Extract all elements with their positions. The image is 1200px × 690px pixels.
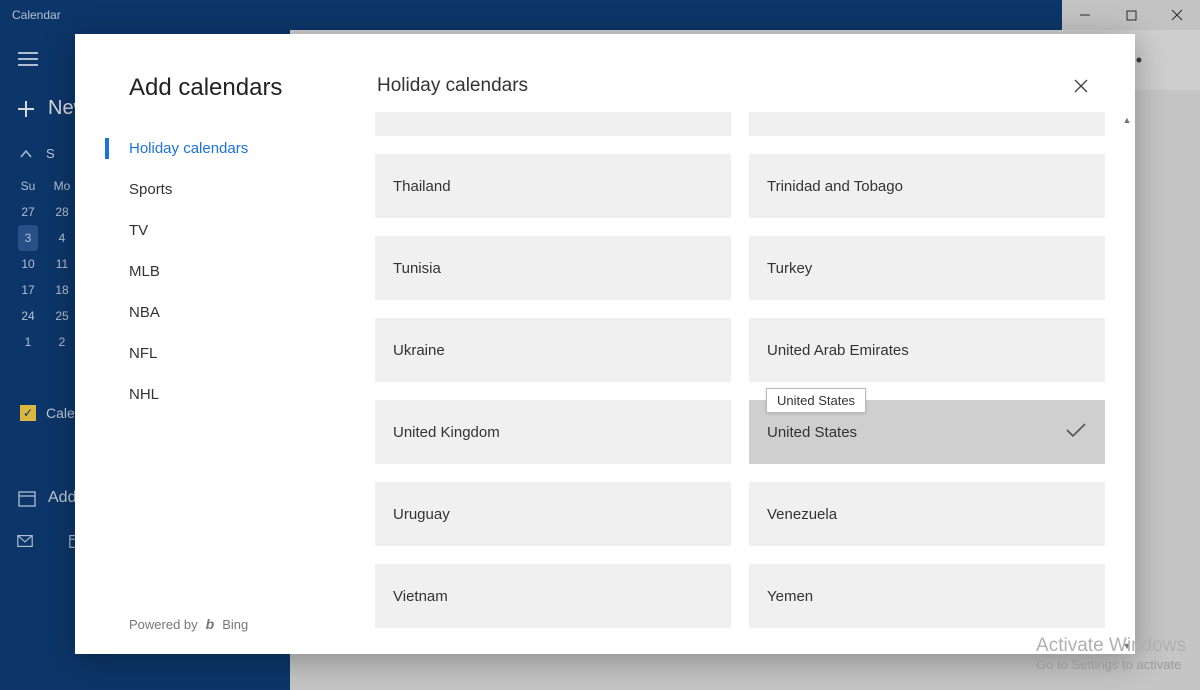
category-label: NHL xyxy=(129,386,159,403)
country-tile[interactable]: Thailand xyxy=(375,154,731,218)
country-tile[interactable]: Yemen xyxy=(749,564,1105,628)
category-sports[interactable]: Sports xyxy=(75,169,375,210)
country-tile[interactable] xyxy=(375,112,731,136)
country-name: Vietnam xyxy=(393,588,448,605)
tooltip: United States xyxy=(766,388,866,413)
close-modal-button[interactable] xyxy=(1069,74,1093,98)
category-nba[interactable]: NBA xyxy=(75,292,375,333)
tooltip-text: United States xyxy=(777,393,855,408)
country-tile[interactable]: Vietnam xyxy=(375,564,731,628)
country-tile[interactable]: Trinidad and Tobago xyxy=(749,154,1105,218)
bing-label: Bing xyxy=(222,617,248,632)
section-title: Holiday calendars xyxy=(377,75,1069,97)
country-name: Trinidad and Tobago xyxy=(767,178,903,195)
category-label: NBA xyxy=(129,304,160,321)
country-tile[interactable] xyxy=(749,112,1105,136)
category-label: Sports xyxy=(129,181,172,198)
category-mlb[interactable]: MLB xyxy=(75,251,375,292)
country-tile[interactable]: Uruguay xyxy=(375,482,731,546)
scrollbar[interactable]: ▲ ▼ xyxy=(1119,112,1135,654)
country-name: Tunisia xyxy=(393,260,441,277)
powered-by-label: Powered by xyxy=(129,617,198,632)
country-name: Uruguay xyxy=(393,506,450,523)
scroll-down-icon[interactable]: ▼ xyxy=(1119,638,1135,654)
country-name: Turkey xyxy=(767,260,812,277)
scroll-up-icon[interactable]: ▲ xyxy=(1119,112,1135,128)
category-label: MLB xyxy=(129,263,160,280)
country-name: Venezuela xyxy=(767,506,837,523)
country-name: United Arab Emirates xyxy=(767,342,909,359)
category-nfl[interactable]: NFL xyxy=(75,333,375,374)
modal-title: Add calendars xyxy=(75,74,375,128)
scroll-track[interactable] xyxy=(1119,128,1135,638)
close-icon xyxy=(1074,79,1088,93)
country-name: Thailand xyxy=(393,178,451,195)
countries-grid: Thailand Trinidad and Tobago Tunisia Tur… xyxy=(375,112,1105,628)
country-tile[interactable]: United Arab Emirates xyxy=(749,318,1105,382)
country-tile[interactable]: Ukraine xyxy=(375,318,731,382)
modal-sidebar: Add calendars Holiday calendars Sports T… xyxy=(75,34,375,654)
checkmark-icon xyxy=(1065,422,1087,442)
country-name: United States xyxy=(767,424,857,441)
country-name: Ukraine xyxy=(393,342,445,359)
modal-header: Holiday calendars xyxy=(375,34,1135,112)
country-name: United Kingdom xyxy=(393,424,500,441)
add-calendars-modal: Add calendars Holiday calendars Sports T… xyxy=(75,34,1135,654)
countries-scroll-area: Thailand Trinidad and Tobago Tunisia Tur… xyxy=(375,112,1135,654)
country-tile[interactable]: Tunisia xyxy=(375,236,731,300)
country-tile[interactable]: Turkey xyxy=(749,236,1105,300)
modal-content: Holiday calendars Thailand Trinidad and … xyxy=(375,34,1135,654)
country-name: Yemen xyxy=(767,588,813,605)
category-label: NFL xyxy=(129,345,157,362)
bing-logo-icon: b xyxy=(206,616,215,632)
country-tile[interactable]: Venezuela xyxy=(749,482,1105,546)
category-tv[interactable]: TV xyxy=(75,210,375,251)
category-label: Holiday calendars xyxy=(129,140,248,157)
category-label: TV xyxy=(129,222,148,239)
powered-by: Powered by b Bing xyxy=(129,616,248,632)
category-holiday-calendars[interactable]: Holiday calendars xyxy=(75,128,375,169)
category-nhl[interactable]: NHL xyxy=(75,374,375,415)
country-tile[interactable]: United Kingdom xyxy=(375,400,731,464)
